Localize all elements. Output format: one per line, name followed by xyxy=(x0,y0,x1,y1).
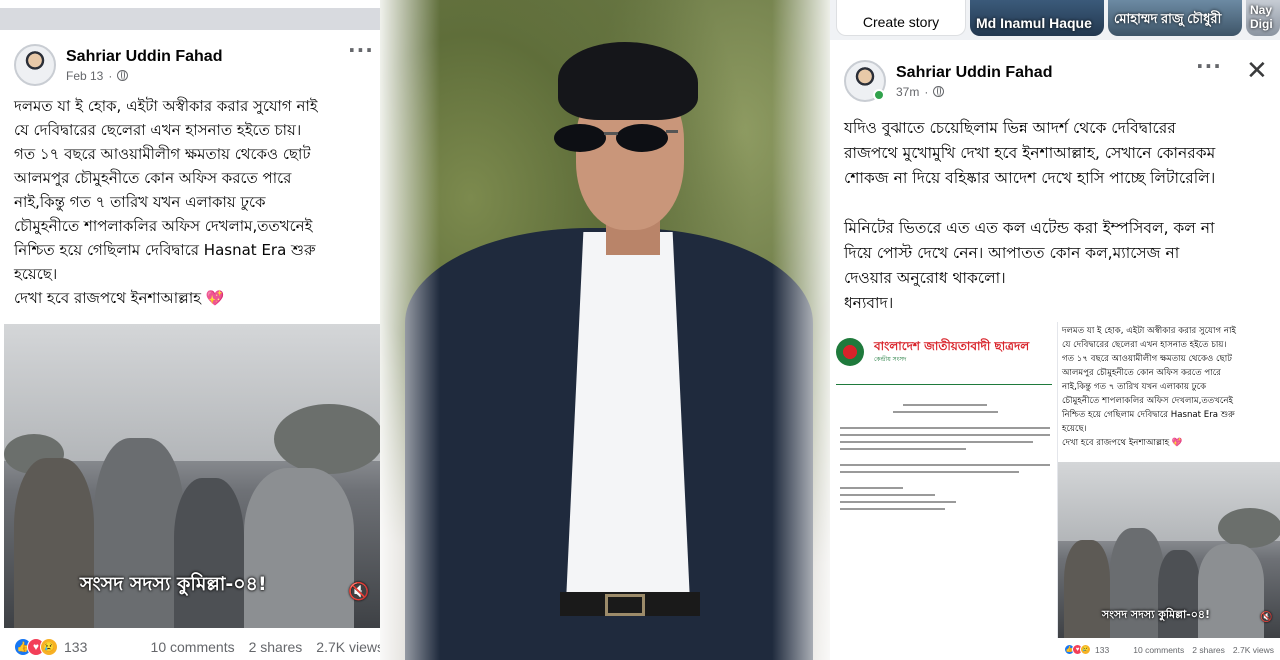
story-name: Md Inamul Haque xyxy=(976,15,1092,31)
shared-post-screenshot[interactable]: দলমত যা ই হোক, এইটা অস্বীকার করার সুযোগ … xyxy=(1058,322,1280,638)
author-name[interactable]: Sahriar Uddin Fahad xyxy=(896,64,1052,82)
post-body-text: দলমত যা ই হোক, এইটা অস্বীকার করার সুযোগ … xyxy=(14,97,318,307)
post-header: Sahriar Uddin Fahad 37m · xyxy=(844,60,1052,102)
reactions[interactable]: 👍 ♥ 😢 133 xyxy=(14,638,87,656)
collage-canvas: Sahriar Uddin Fahad Feb 13 · ··· দলমত যা… xyxy=(0,0,1280,660)
left-facebook-post: Sahriar Uddin Fahad Feb 13 · ··· দলমত যা… xyxy=(0,0,388,660)
heart-icon: 💖 xyxy=(205,289,225,307)
photo-buckle xyxy=(605,594,645,616)
post-header: Sahriar Uddin Fahad Feb 13 · xyxy=(14,44,222,86)
online-status-icon xyxy=(873,89,885,101)
mute-icon[interactable]: 🔇 xyxy=(348,582,369,602)
stories-bar: Create story Md Inamul Haque মোহাম্মদ রা… xyxy=(830,0,1280,40)
mute-icon[interactable]: 🔇 xyxy=(1260,612,1272,623)
photo-fade xyxy=(772,0,832,660)
video-person xyxy=(244,468,354,628)
sunglasses-icon xyxy=(554,124,678,152)
post-stats: 👍 ♥ 😢 133 10 comments 2 shares 2.7K view… xyxy=(14,638,384,656)
story-card[interactable]: মোহাম্মদ রাজু চৌধুরী xyxy=(1108,0,1242,36)
document-divider xyxy=(836,384,1052,385)
shared-post-video[interactable]: সংসদ সদস্য কুমিল্লা-০৪! 🔇 xyxy=(1058,462,1280,638)
globe-icon xyxy=(117,70,129,81)
author-block: Sahriar Uddin Fahad Feb 13 · xyxy=(66,48,222,83)
shared-post-stats: 👍 ♥ 😢 133 10 comments 2 shares 2.7K view… xyxy=(1064,644,1274,655)
story-card[interactable]: Nay Digi xyxy=(1246,0,1280,36)
reactions[interactable]: 👍 ♥ 😢 133 xyxy=(1064,644,1109,655)
shared-post-body: দলমত যা ই হোক, এইটা অস্বীকার করার সুযোগ … xyxy=(1062,324,1278,450)
video-person xyxy=(14,458,94,628)
more-options-icon[interactable]: ··· xyxy=(348,38,374,62)
post-meta: 37m · xyxy=(896,85,1052,99)
create-story-label: Create story xyxy=(862,14,940,30)
comments-count[interactable]: 10 comments xyxy=(151,639,235,655)
close-icon[interactable]: ✕ xyxy=(1246,58,1268,84)
post-body: যদিও বুঝাতে চেয়েছিলাম ভিন্ন আদর্শ থেকে … xyxy=(844,119,1216,312)
photo-shirt xyxy=(566,232,690,602)
video-caption: সংসদ সদস্য কুমিল্লা-০৪! xyxy=(80,573,267,595)
story-name: Nay Digi xyxy=(1250,3,1273,31)
party-logo-icon xyxy=(836,338,864,366)
create-story-button[interactable]: Create story xyxy=(836,0,966,36)
shared-post-body-text: দলমত যা ই হোক, এইটা অস্বীকার করার সুযোগ … xyxy=(1062,326,1236,448)
author-name[interactable]: Sahriar Uddin Fahad xyxy=(66,48,222,66)
reaction-count[interactable]: 133 xyxy=(1095,645,1109,655)
document-text-lines xyxy=(840,404,1050,515)
globe-icon xyxy=(933,86,945,97)
post-date[interactable]: Feb 13 xyxy=(66,69,103,83)
views-count: 2.7K views xyxy=(316,639,384,655)
reaction-count[interactable]: 133 xyxy=(64,639,87,655)
post-time[interactable]: 37m xyxy=(896,85,919,99)
right-facebook-post: Create story Md Inamul Haque মোহাম্মদ রা… xyxy=(830,0,1280,660)
shared-document-image[interactable]: বাংলাদেশ জাতীয়তাবাদী ছাত্রদল কেন্দ্রীয়… xyxy=(830,322,1058,638)
video-tree xyxy=(274,404,382,474)
story-card[interactable]: Md Inamul Haque xyxy=(970,0,1104,36)
avatar[interactable] xyxy=(844,60,886,102)
portrait-photo xyxy=(380,0,832,660)
post-body: দলমত যা ই হোক, এইটা অস্বীকার করার সুযোগ … xyxy=(14,94,382,310)
avatar[interactable] xyxy=(14,44,56,86)
care-icon: 😢 xyxy=(1080,644,1091,655)
shares-count[interactable]: 2 shares xyxy=(1192,645,1225,655)
shares-count[interactable]: 2 shares xyxy=(249,639,303,655)
story-name: মোহাম্মদ রাজু চৌধুরী xyxy=(1114,11,1222,26)
author-block: Sahriar Uddin Fahad 37m · xyxy=(896,64,1052,99)
post-meta: Feb 13 · xyxy=(66,69,222,83)
comments-count[interactable]: 10 comments xyxy=(1133,645,1184,655)
document-subtitle: কেন্দ্রীয় সংসদ xyxy=(874,356,907,363)
photo-fade xyxy=(380,0,440,660)
video-caption: সংসদ সদস্য কুমিল্লা-০৪! xyxy=(1102,608,1211,621)
video-tree xyxy=(1218,508,1280,548)
video-person xyxy=(174,478,244,628)
photo-hair xyxy=(558,42,698,120)
more-options-icon[interactable]: ··· xyxy=(1196,54,1222,78)
views-count: 2.7K views xyxy=(1232,644,1274,655)
care-icon: 😢 xyxy=(40,638,58,656)
cropped-top-bar xyxy=(0,8,382,30)
heart-icon: 💖 xyxy=(1171,438,1183,448)
post-video[interactable]: সংসদ সদস্য কুমিল্লা-০৪! 🔇 xyxy=(4,324,382,628)
